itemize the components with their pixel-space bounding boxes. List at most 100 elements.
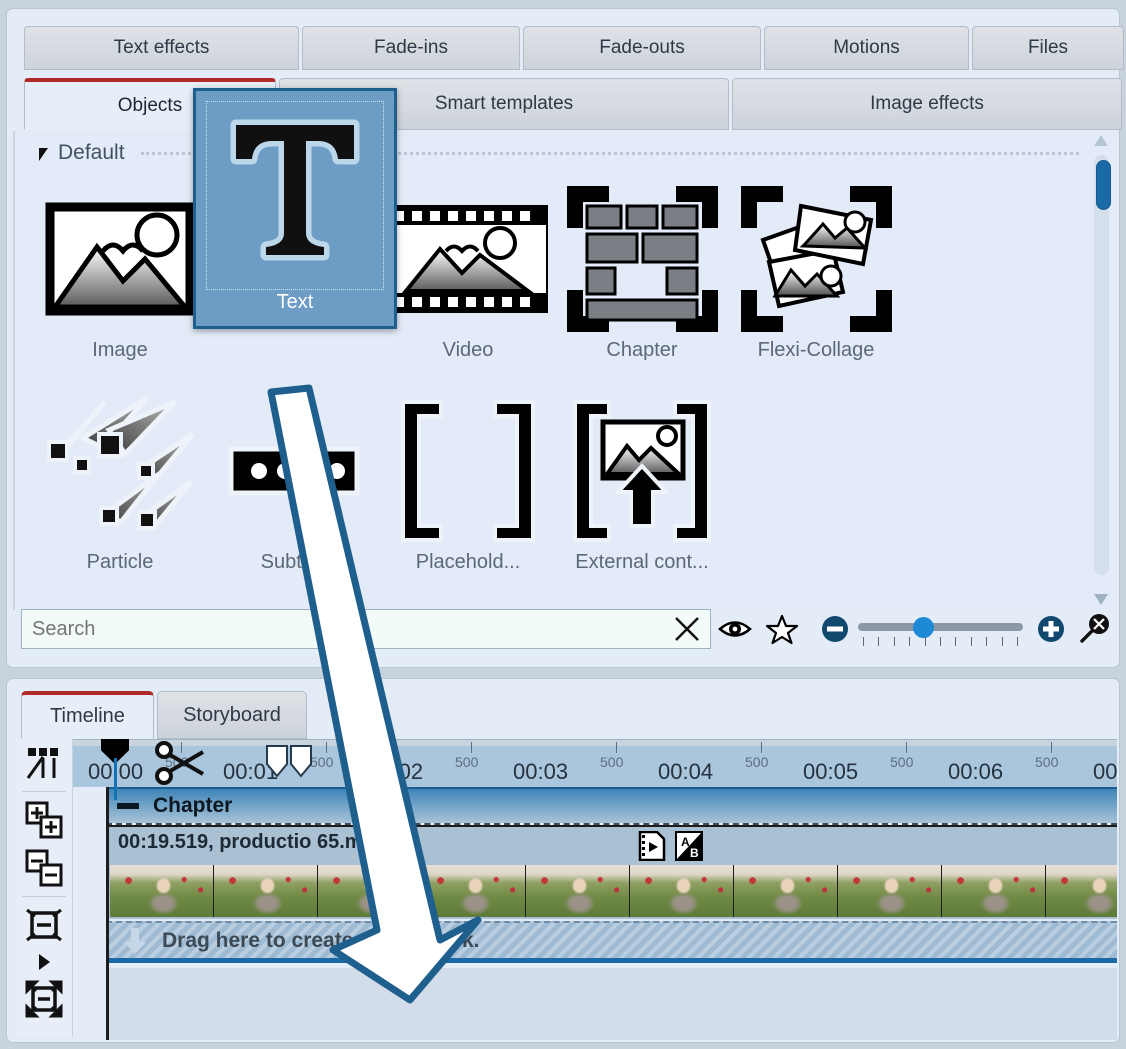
search-input[interactable] [22,618,710,641]
zoom-in-button[interactable] [1029,607,1073,651]
tile-label: Video [443,339,494,362]
clip-icon-group: A B [638,831,703,861]
timeline-empty-area [106,968,1117,1040]
object-tile-placeholder[interactable]: Placehold... [381,391,555,603]
zoom-slider-ticks [863,637,1018,646]
filmstrip-frame [1046,865,1117,917]
tab-motions[interactable]: Motions [764,26,969,70]
scissors-icon[interactable] [155,739,215,788]
image-icon [40,179,200,339]
filmstrip-frame [110,865,214,917]
search-field[interactable] [21,609,711,649]
collapse-triangle-icon[interactable] [39,148,48,161]
tab-label: Fade-outs [599,37,685,59]
placeholder-icon [388,391,548,551]
particle-icon [40,391,200,551]
fit-all-icon[interactable] [21,975,67,1023]
filmstrip-frame [838,865,942,917]
tab-label: Files [1028,37,1068,59]
tile-label: Placehold... [416,551,521,574]
new-track-hint-label: Drag here to create a new track. [162,929,479,953]
playhead[interactable] [101,739,129,764]
tab-image-effects[interactable]: Image effects [732,78,1122,130]
remove-track-icon[interactable] [21,844,67,892]
tab-storyboard[interactable]: Storyboard [157,691,307,739]
tile-label: Image [92,339,148,362]
tab-label: Text effects [114,37,210,59]
tile-label: External cont... [575,551,708,574]
group-label: Default [58,141,125,165]
plus-circle-icon [1037,615,1065,643]
zoom-out-button[interactable] [813,607,857,651]
minus-icon[interactable] [117,803,139,809]
second-tab-row: Objects Smart templates Image effects [24,78,1122,130]
add-track-icon[interactable] [21,796,67,844]
tab-files[interactable]: Files [972,26,1124,70]
ruler-half-tick: 500 [310,754,333,770]
star-icon [766,614,798,645]
video-clip[interactable]: 00:19.519, productio 65.mp4 A B [106,825,1117,919]
favorites-button[interactable] [760,607,804,651]
preview-toggle-button[interactable] [713,607,757,651]
fit-height-icon[interactable] [21,901,67,949]
object-tile-flexi-collage[interactable]: Flexi-Collage [729,179,903,391]
top-tab-row: Text effects Fade-ins Fade-outs Motions … [24,26,1124,70]
browser-toolbar [7,607,1121,659]
new-track-dropzone[interactable]: Drag here to create a new track. [106,921,1117,963]
object-tile-subtitle[interactable]: Subtitle [207,391,381,603]
video-file-icon[interactable] [638,831,666,861]
filmstrip-frame [214,865,318,917]
close-x-icon [672,614,702,644]
ruler-second-label: 00:0 [1093,759,1117,785]
scrollbar-track[interactable] [1094,155,1109,575]
timeline-left-edge [106,787,109,1040]
expand-arrow-icon[interactable] [21,949,67,975]
svg-text:B: B [690,846,699,860]
tab-fade-ins[interactable]: Fade-ins [302,26,520,70]
ab-transition-icon[interactable]: A B [675,831,703,861]
clear-search-button[interactable] [665,607,709,651]
object-tile-text[interactable]: Text [193,88,397,329]
tab-timeline[interactable]: Timeline [21,691,154,739]
down-arrow-icon [122,926,148,956]
object-tile-image[interactable]: Image [33,179,207,391]
objects-scrollbar[interactable] [1091,135,1111,605]
ruler-half-tick: 500 [890,754,913,770]
external-content-icon [562,391,722,551]
tile-label: Subtitle [261,551,328,574]
object-tile-video[interactable]: Video [381,179,555,391]
app-root: Text effects Fade-ins Fade-outs Motions … [0,0,1126,1049]
ruler-half-tick: 500 [600,754,623,770]
scrollbar-thumb[interactable] [1096,160,1111,210]
chapter-track-header[interactable]: Chapter [106,787,1117,823]
object-tile-chapter[interactable]: Chapter [555,179,729,391]
ruler-second-label: 00:06 [948,759,1003,785]
filmstrip-frame [942,865,1046,917]
tab-label: Motions [833,37,900,59]
object-tile-particle[interactable]: Particle [33,391,207,603]
tab-text-effects[interactable]: Text effects [24,26,299,70]
timeline-ruler[interactable]: 500 500 500 500 500 500 500 00:00 00:01 … [73,739,1117,787]
tile-label: Flexi-Collage [758,339,875,362]
ruler-half-tick: 500 [1035,754,1058,770]
zoom-slider-thumb[interactable] [913,617,934,638]
zoom-slider[interactable] [858,615,1023,649]
ruler-second-label: 00:05 [803,759,858,785]
tab-fade-outs[interactable]: Fade-outs [523,26,761,70]
svg-text:A: A [681,835,690,849]
scroll-down-arrow-icon[interactable] [1094,594,1108,605]
filmstrip-frame [318,865,422,917]
scroll-up-arrow-icon[interactable] [1094,135,1108,146]
filmstrip-frame [630,865,734,917]
zoom-slider-track[interactable] [858,623,1023,631]
tab-label: Timeline [50,705,125,728]
ruler-second-label: 00:04 [658,759,713,785]
minus-circle-icon [821,615,849,643]
reset-zoom-button[interactable] [1073,607,1117,651]
playhead-line [114,758,117,800]
object-tile-grid: Image [33,179,1073,603]
trim-markers-icon[interactable] [265,744,313,780]
mode-toggle-icon[interactable] [21,739,67,787]
timeline-side-toolbar [15,739,73,1037]
object-tile-external-content[interactable]: External cont... [555,391,729,603]
